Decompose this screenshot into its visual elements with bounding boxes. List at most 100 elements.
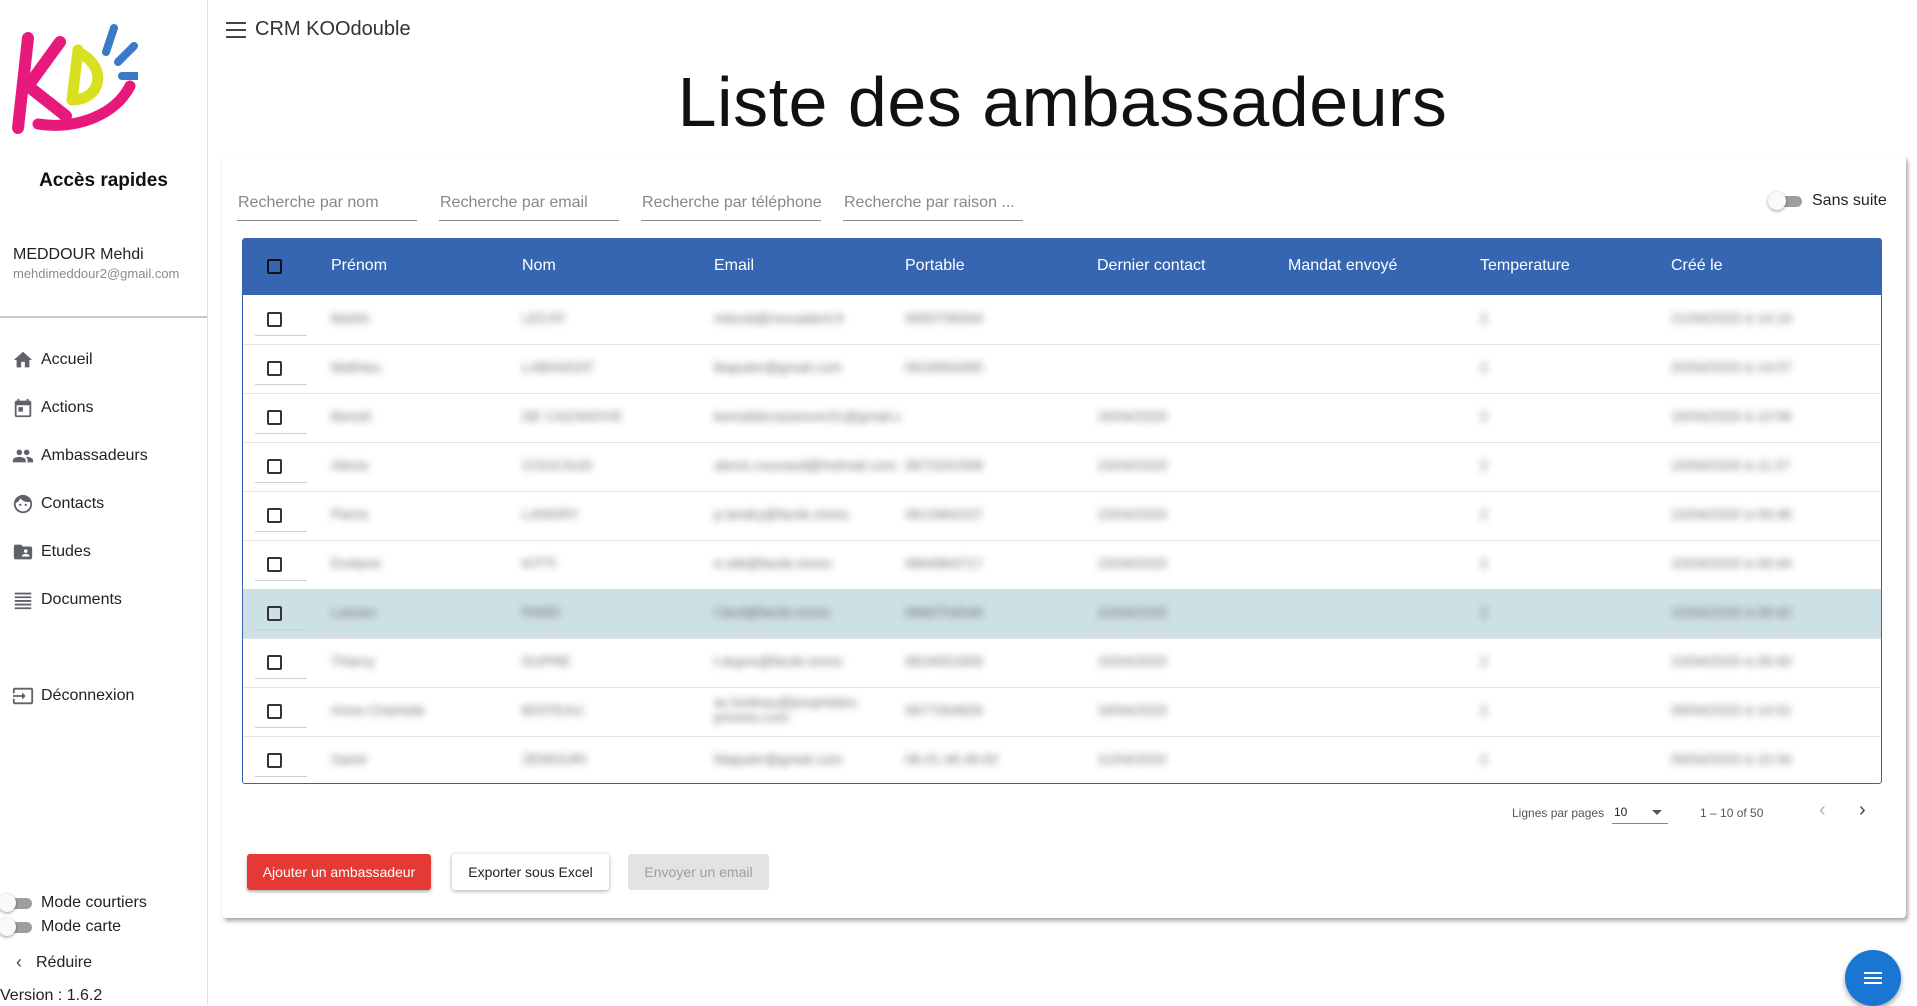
cell-email: e.sitti@facile.immo [714, 555, 832, 571]
cell-temperature: 2 [1480, 751, 1488, 767]
table-row[interactable]: Mathieu LABANSAT lbapuler@gmail.com 0618954… [243, 344, 1881, 394]
list-icon [12, 589, 34, 611]
cell-email: p.landry@facile.immo [714, 506, 849, 522]
row-checkbox[interactable] [267, 459, 282, 474]
table-row[interactable]: Lassen PARD l.fard@facile.immo 0660754546 10… [243, 589, 1881, 639]
mode-courtiers-toggle[interactable]: Mode courtiers [0, 893, 147, 913]
checkbox-underline [255, 531, 307, 532]
sidebar-item-etudes[interactable]: Etudes [12, 538, 91, 566]
calendar-icon [12, 397, 34, 419]
ambassadors-table: Prénom Nom Email Portable Dernier contac… [242, 238, 1882, 784]
mode-courtiers-switch[interactable] [0, 894, 34, 912]
row-checkbox[interactable] [267, 606, 282, 621]
send-email-button[interactable]: Envoyer un email [628, 854, 769, 890]
cell-portable: 0613464107 [905, 506, 983, 522]
search-name-input[interactable] [237, 190, 419, 216]
row-checkbox[interactable] [267, 753, 282, 768]
rows-per-page-select[interactable]: 10 [1612, 801, 1668, 824]
sidebar-item-contacts[interactable]: Contacts [12, 490, 104, 518]
rows-per-page-value: 10 [1614, 805, 1628, 819]
logout-button[interactable]: Déconnexion [12, 682, 134, 710]
search-phone-field [641, 190, 823, 221]
next-page-button[interactable]: › [1859, 800, 1866, 820]
sidebar-item-documents[interactable]: Documents [12, 586, 122, 614]
mode-carte-switch[interactable] [0, 918, 34, 936]
cell-temperature: 2 [1480, 604, 1488, 620]
row-checkbox[interactable] [267, 655, 282, 670]
cell-prenom: Pierre [331, 506, 369, 522]
column-header-portable[interactable]: Portable [905, 257, 965, 275]
row-checkbox[interactable] [267, 312, 282, 327]
koodouble-logo [12, 24, 138, 134]
cell-portable: 06.01.48.49.62 [905, 751, 999, 767]
cell-prenom: Anne-Charlotte [331, 702, 426, 718]
cell-dernier-contact: 16/04/2020 [1097, 408, 1168, 424]
search-email-field [439, 190, 621, 221]
previous-page-button[interactable]: ‹ [1819, 800, 1826, 820]
sidebar-item-ambassadeurs[interactable]: Ambassadeurs [12, 442, 148, 470]
sans-suite-toggle[interactable]: Sans suite [1768, 192, 1887, 210]
collapse-sidebar-button[interactable]: ‹ Réduire [16, 952, 92, 973]
cell-temperature: 2 [1480, 359, 1488, 375]
cell-nom: KITTI [522, 555, 557, 571]
search-phone-input[interactable] [641, 190, 823, 216]
sans-suite-switch[interactable] [1768, 192, 1804, 210]
cell-dernier-contact: 11/04/2020 [1097, 751, 1167, 767]
table-row[interactable]: Samir ZEMOURI fdapuler@gmail.com 06.01.48.4… [243, 736, 1881, 783]
table-row[interactable]: Benoit DE CAZANOVE benoitdecazanove31@gmai… [243, 393, 1881, 443]
cell-prenom: Martin [331, 310, 370, 326]
hamburger-menu-icon[interactable] [226, 21, 246, 38]
column-header-mandat-envoye[interactable]: Mandat envoyé [1288, 257, 1397, 275]
sidebar-item-actions[interactable]: Actions [12, 394, 93, 422]
table-row[interactable]: Evelyne KITTI e.sitti@facile.immo 066496471… [243, 540, 1881, 590]
checkbox-underline [255, 776, 307, 777]
mode-carte-toggle[interactable]: Mode carte [0, 917, 121, 937]
sidebar-item-accueil[interactable]: Accueil [12, 346, 93, 374]
sidebar-divider [0, 316, 207, 318]
column-header-cree-le[interactable]: Créé le [1671, 257, 1723, 275]
logout-icon [12, 685, 34, 707]
table-row[interactable]: Pierre LANDRY p.landry@facile.immo 06134641… [243, 491, 1881, 541]
column-header-prenom[interactable]: Prénom [331, 257, 387, 275]
row-checkbox[interactable] [267, 704, 282, 719]
search-email-input[interactable] [439, 190, 621, 216]
cell-temperature: 2 [1480, 506, 1488, 522]
sidebar-item-label: Accueil [41, 351, 93, 368]
checkbox-underline [255, 335, 307, 336]
checkbox-underline [255, 384, 307, 385]
checkbox-underline [255, 482, 307, 483]
cell-cree-le: 09/04/2020 à 14:51 [1671, 702, 1792, 718]
cell-dernier-contact: 15/04/2020 [1097, 653, 1168, 669]
column-header-dernier-contact[interactable]: Dernier contact [1097, 257, 1206, 275]
cell-dernier-contact: 10/04/2020 [1097, 604, 1168, 620]
row-checkbox[interactable] [267, 557, 282, 572]
add-ambassador-button[interactable]: Ajouter un ambassadeur [247, 854, 431, 890]
column-header-nom[interactable]: Nom [522, 257, 556, 275]
top-bar: CRM KOOdouble [226, 18, 411, 41]
table-row[interactable]: Thierry DUPRE t.dupre@facile.immo 062405160… [243, 638, 1881, 688]
select-all-checkbox[interactable] [267, 259, 282, 274]
cell-prenom: Alexis [331, 457, 369, 473]
column-header-email[interactable]: Email [714, 257, 754, 275]
logout-label: Déconnexion [41, 687, 135, 704]
chevron-left-icon: ‹ [16, 952, 22, 972]
checkbox-underline [255, 629, 307, 630]
cell-cree-le: 10/04/2020 à 09:42 [1671, 604, 1792, 620]
cell-temperature: 2 [1480, 653, 1488, 669]
search-company-input[interactable] [843, 190, 1025, 216]
row-checkbox[interactable] [267, 508, 282, 523]
cell-nom: DUPRE [522, 653, 572, 669]
table-row[interactable]: Alexis COUCAUD alexis.coucaud@hotmail.com 0… [243, 442, 1881, 492]
table-row[interactable]: Anne-Charlotte BOITEAU ac.boiteau@propriet… [243, 687, 1881, 737]
floating-menu-button[interactable] [1845, 950, 1901, 1006]
row-checkbox[interactable] [267, 410, 282, 425]
cell-cree-le: 10/04/2020 à 09:46 [1671, 506, 1792, 522]
cell-temperature: 2 [1480, 457, 1488, 473]
export-excel-button[interactable]: Exporter sous Excel [452, 854, 609, 890]
cell-cree-le: 10/04/2020 à 09:40 [1671, 653, 1792, 669]
row-checkbox[interactable] [267, 361, 282, 376]
table-row[interactable]: Martin LECAT mlecat@mouadent.fr 0650758344 2… [243, 295, 1881, 345]
cell-email: mlecat@mouadent.fr [714, 310, 845, 326]
app-version: Version : 1.6.2 [0, 987, 103, 1004]
column-header-temperature[interactable]: Temperature [1480, 257, 1570, 275]
